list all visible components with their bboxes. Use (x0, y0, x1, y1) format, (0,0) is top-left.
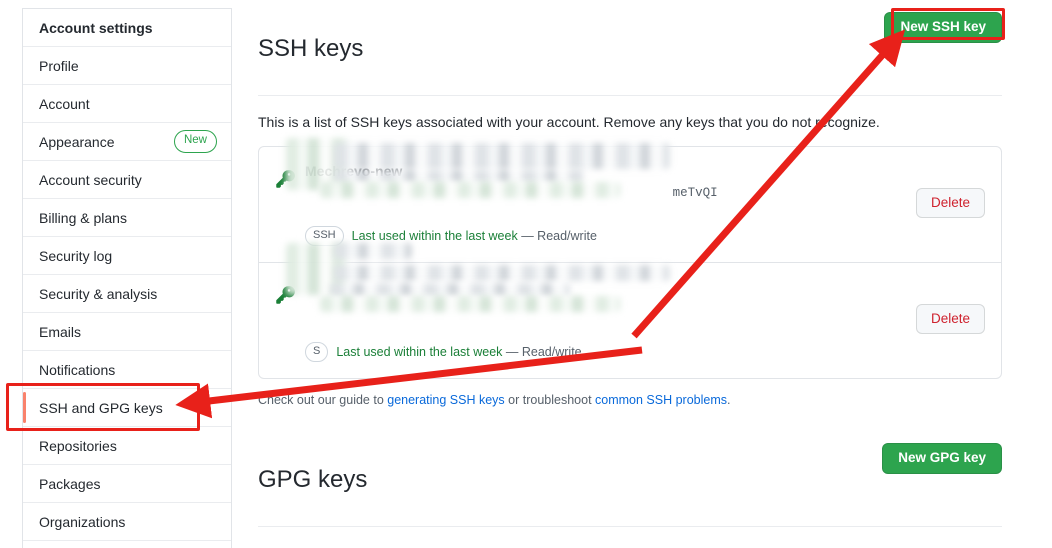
ssh-key-added-date (305, 204, 916, 222)
ssh-key-added-date (305, 320, 916, 338)
ssh-footnote: Check out our guide to generating SSH ke… (258, 391, 1002, 409)
gpg-header-divider (258, 526, 1002, 528)
ssh-footnote-middle: or troubleshoot (504, 392, 596, 407)
ssh-key-meta: S Last used within the last week — Read/… (305, 341, 916, 362)
main-content: SSH keys New SSH key This is a list of S… (258, 0, 1002, 548)
sidebar-item-label: Emails (39, 323, 82, 340)
ssh-key-title[interactable]: Mechrevo-new (305, 161, 916, 181)
page-root: Account settings Profile Account Appeara… (0, 0, 1052, 548)
ssh-footnote-prefix: Check out our guide to (258, 392, 388, 407)
sidebar-item-billing-plans[interactable]: Billing & plans (23, 199, 231, 237)
gpg-page-title: GPG keys (258, 466, 368, 494)
key-icon (275, 277, 301, 310)
ssh-key-access-level: — Read/write (521, 228, 597, 243)
sidebar-item-appearance[interactable]: Appearance New (23, 123, 231, 161)
ssh-key-last-used-text: Last used within the last week (336, 344, 503, 359)
sidebar-item-label: Repositories (39, 437, 117, 454)
ssh-key-last-used-text: Last used within the last week (351, 228, 518, 243)
ssh-key-details: Mechrevo-new SHA256:xxxxxxxxxxxxxxxxxxxx… (301, 161, 916, 246)
ssh-key-details: S Last used within the last week — Read/… (301, 277, 916, 362)
sidebar-item-notifications[interactable]: Notifications (23, 351, 231, 389)
generating-ssh-keys-link[interactable]: generating SSH keys (387, 393, 504, 407)
page-title: SSH keys (258, 34, 364, 62)
ssh-key-fingerprint: SHA256:xxxxxxxxxxxxxxxxxxxxxxxxxxxxxxxxx… (305, 184, 916, 202)
sidebar-item-packages[interactable]: Packages (23, 465, 231, 503)
ssh-footnote-suffix: . (727, 392, 731, 407)
ssh-key-meta: SSH Last used within the last week — Rea… (305, 225, 916, 246)
ssh-keys-list: Mechrevo-new SHA256:xxxxxxxxxxxxxxxxxxxx… (258, 145, 1002, 379)
sidebar-item-profile[interactable]: Profile (23, 47, 231, 85)
sidebar-item-security-analysis[interactable]: Security & analysis (23, 275, 231, 313)
delete-ssh-key-button[interactable]: Delete (915, 188, 985, 219)
ssh-key-fingerprint-tail: meTvQI (672, 185, 718, 200)
sidebar-item-label: Billing & plans (39, 209, 127, 226)
new-gpg-key-button[interactable]: New GPG key (882, 443, 1002, 475)
settings-sidebar: Account settings Profile Account Appeara… (22, 8, 232, 548)
sidebar-item-label: Appearance (39, 133, 115, 150)
ssh-key-row: Mechrevo-new SHA256:xxxxxxxxxxxxxxxxxxxx… (259, 147, 1001, 262)
sidebar-item-label: Security log (39, 247, 113, 264)
sidebar-item-label: Profile (39, 57, 79, 74)
sidebar-item-label: SSH and GPG keys (39, 399, 163, 416)
sidebar-item-ssh-and-gpg-keys[interactable]: SSH and GPG keys (23, 389, 231, 427)
sidebar-item-repositories[interactable]: Repositories (23, 427, 231, 465)
ssh-key-row: S Last used within the last week — Read/… (259, 261, 1001, 378)
ssh-key-last-used: Last used within the last week — Read/wr… (352, 227, 597, 245)
ssh-keys-header: SSH keys New SSH key (258, 0, 1002, 86)
header-divider (258, 94, 1002, 96)
sidebar-heading-label: Account settings (39, 19, 153, 36)
key-icon (275, 161, 301, 194)
sidebar-item-account-security[interactable]: Account security (23, 161, 231, 199)
ssh-key-title[interactable] (305, 277, 916, 297)
sidebar-item-organizations[interactable]: Organizations (23, 503, 231, 541)
sidebar-item-label: Security & analysis (39, 285, 158, 302)
new-ssh-key-button[interactable]: New SSH key (884, 12, 1002, 43)
sidebar-item-emails[interactable]: Emails (23, 313, 231, 351)
ssh-key-type-badge: SSH (305, 225, 344, 246)
new-badge: New (173, 130, 217, 153)
sidebar-item-label: Packages (39, 475, 101, 492)
gpg-keys-header: GPG keys New GPG key (258, 421, 1002, 517)
common-ssh-problems-link[interactable]: common SSH problems (595, 393, 727, 407)
ssh-key-type-badge: S (305, 341, 329, 362)
ssh-key-last-used: Last used within the last week — Read/wr… (336, 343, 581, 361)
delete-ssh-key-button[interactable]: Delete (915, 304, 985, 335)
ssh-keys-description: This is a list of SSH keys associated wi… (258, 113, 880, 130)
sidebar-item-label: Account security (39, 171, 142, 188)
sidebar-heading: Account settings (23, 9, 231, 47)
sidebar-item-label: Notifications (39, 361, 116, 378)
ssh-key-fingerprint (305, 300, 916, 318)
sidebar-item-security-log[interactable]: Security log (23, 237, 231, 275)
sidebar-item-label: Organizations (39, 513, 126, 530)
sidebar-item-label: Account (39, 95, 90, 112)
sidebar-item-account[interactable]: Account (23, 85, 231, 123)
ssh-key-access-level: — Read/write (505, 344, 582, 359)
